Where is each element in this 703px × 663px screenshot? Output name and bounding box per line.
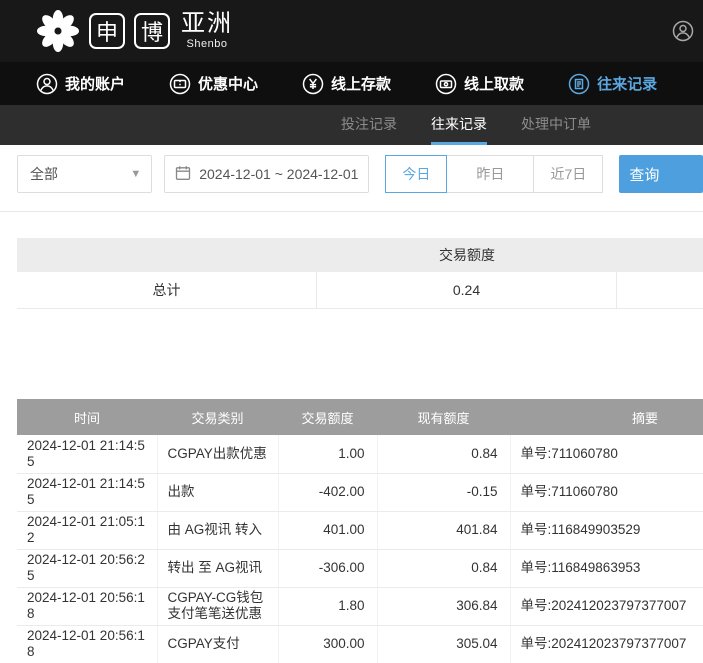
type-dropdown[interactable]: 全部 ▼: [17, 155, 152, 193]
nav-label: 线上存款: [331, 73, 391, 94]
flower-logo-icon: [36, 9, 80, 53]
user-circle-icon: [672, 20, 694, 46]
col-amount: 交易额度: [278, 399, 377, 435]
deposit-icon: [302, 73, 324, 95]
table-header-row: 时间 交易类别 交易额度 现有额度 摘要: [17, 399, 703, 435]
table-row: 2024-12-01 21:14:55 出款 -402.00 -0.15 单号:…: [17, 473, 703, 511]
col-summary: 摘要: [510, 399, 703, 435]
table-row: 2024-12-01 21:14:55 CGPAY出款优惠 1.00 0.84 …: [17, 435, 703, 473]
logo-char-bo: 博: [134, 13, 170, 49]
summary-header: 交易额度: [317, 238, 617, 272]
summary-header-row: 交易额度: [17, 238, 703, 272]
records-subnav: 投注记录 往来记录 处理中订单: [0, 105, 703, 145]
tab-betting-records[interactable]: 投注记录: [341, 105, 397, 145]
nav-transaction-records[interactable]: 往来记录: [568, 73, 657, 95]
summary-table: 交易额度 总计 0.24: [17, 238, 703, 309]
nav-online-withdraw[interactable]: 线上取款: [435, 73, 524, 95]
brand-region: 亚洲: [181, 12, 233, 36]
tab-processing-orders[interactable]: 处理中订单: [521, 105, 591, 145]
logo-char-shen: 申: [89, 13, 125, 49]
date-range-picker[interactable]: 2024-12-01 ~ 2024-12-01: [164, 155, 369, 193]
tab-transaction-records[interactable]: 往来记录: [431, 105, 487, 145]
col-type: 交易类别: [157, 399, 278, 435]
top-header: 申 博 亚洲 Shenbo qh: [0, 0, 703, 62]
yesterday-button[interactable]: 昨日: [446, 155, 534, 193]
nav-label: 线上取款: [464, 73, 524, 94]
last-7-days-button[interactable]: 近7日: [533, 155, 603, 193]
brand-subtitle: Shenbo: [181, 39, 233, 50]
col-balance: 现有额度: [377, 399, 510, 435]
nav-promo-center[interactable]: 优惠中心: [169, 73, 258, 95]
transactions-table: 时间 交易类别 交易额度 现有额度 摘要 2024-12-01 21:14:55…: [17, 399, 703, 663]
table-row: 2024-12-01 20:56:18 CGPAY-CG钱包支付笔笔送优惠 1.…: [17, 587, 703, 625]
table-row: 2024-12-01 20:56:25 转出 至 AG视讯 -306.00 0.…: [17, 549, 703, 587]
chevron-down-icon: ▼: [130, 168, 141, 180]
withdraw-icon: [435, 73, 457, 95]
today-button[interactable]: 今日: [385, 155, 447, 193]
table-row: 2024-12-01 20:56:18 CGPAY支付 300.00 305.0…: [17, 625, 703, 663]
nav-my-account[interactable]: 我的账户: [36, 73, 125, 95]
date-range-value: 2024-12-01 ~ 2024-12-01: [199, 166, 358, 182]
total-value: 0.24: [317, 272, 617, 308]
nav-label: 我的账户: [65, 73, 125, 94]
brand-logo[interactable]: 申 博 亚洲 Shenbo: [36, 9, 233, 53]
summary-total-row: 总计 0.24: [17, 272, 703, 309]
quick-date-buttons: 今日 昨日 近7日: [385, 155, 603, 193]
user-icon: [36, 73, 58, 95]
user-account[interactable]: qh: [672, 20, 703, 46]
total-label: 总计: [17, 272, 317, 308]
type-dropdown-value: 全部: [30, 164, 58, 184]
search-button[interactable]: 查询: [619, 155, 703, 193]
filter-bar: 全部 ▼ 2024-12-01 ~ 2024-12-01 今日 昨日 近7日 查…: [17, 155, 703, 193]
calendar-icon: [175, 165, 191, 184]
nav-label: 往来记录: [597, 73, 657, 94]
nav-label: 优惠中心: [198, 73, 258, 94]
records-icon: [568, 73, 590, 95]
divider-line: [0, 211, 703, 212]
nav-online-deposit[interactable]: 线上存款: [302, 73, 391, 95]
ticket-icon: [169, 73, 191, 95]
col-time: 时间: [17, 399, 157, 435]
main-nav: 我的账户 优惠中心 线上存款 线上取款: [0, 62, 703, 105]
table-row: 2024-12-01 21:05:12 由 AG视讯 转入 401.00 401…: [17, 511, 703, 549]
